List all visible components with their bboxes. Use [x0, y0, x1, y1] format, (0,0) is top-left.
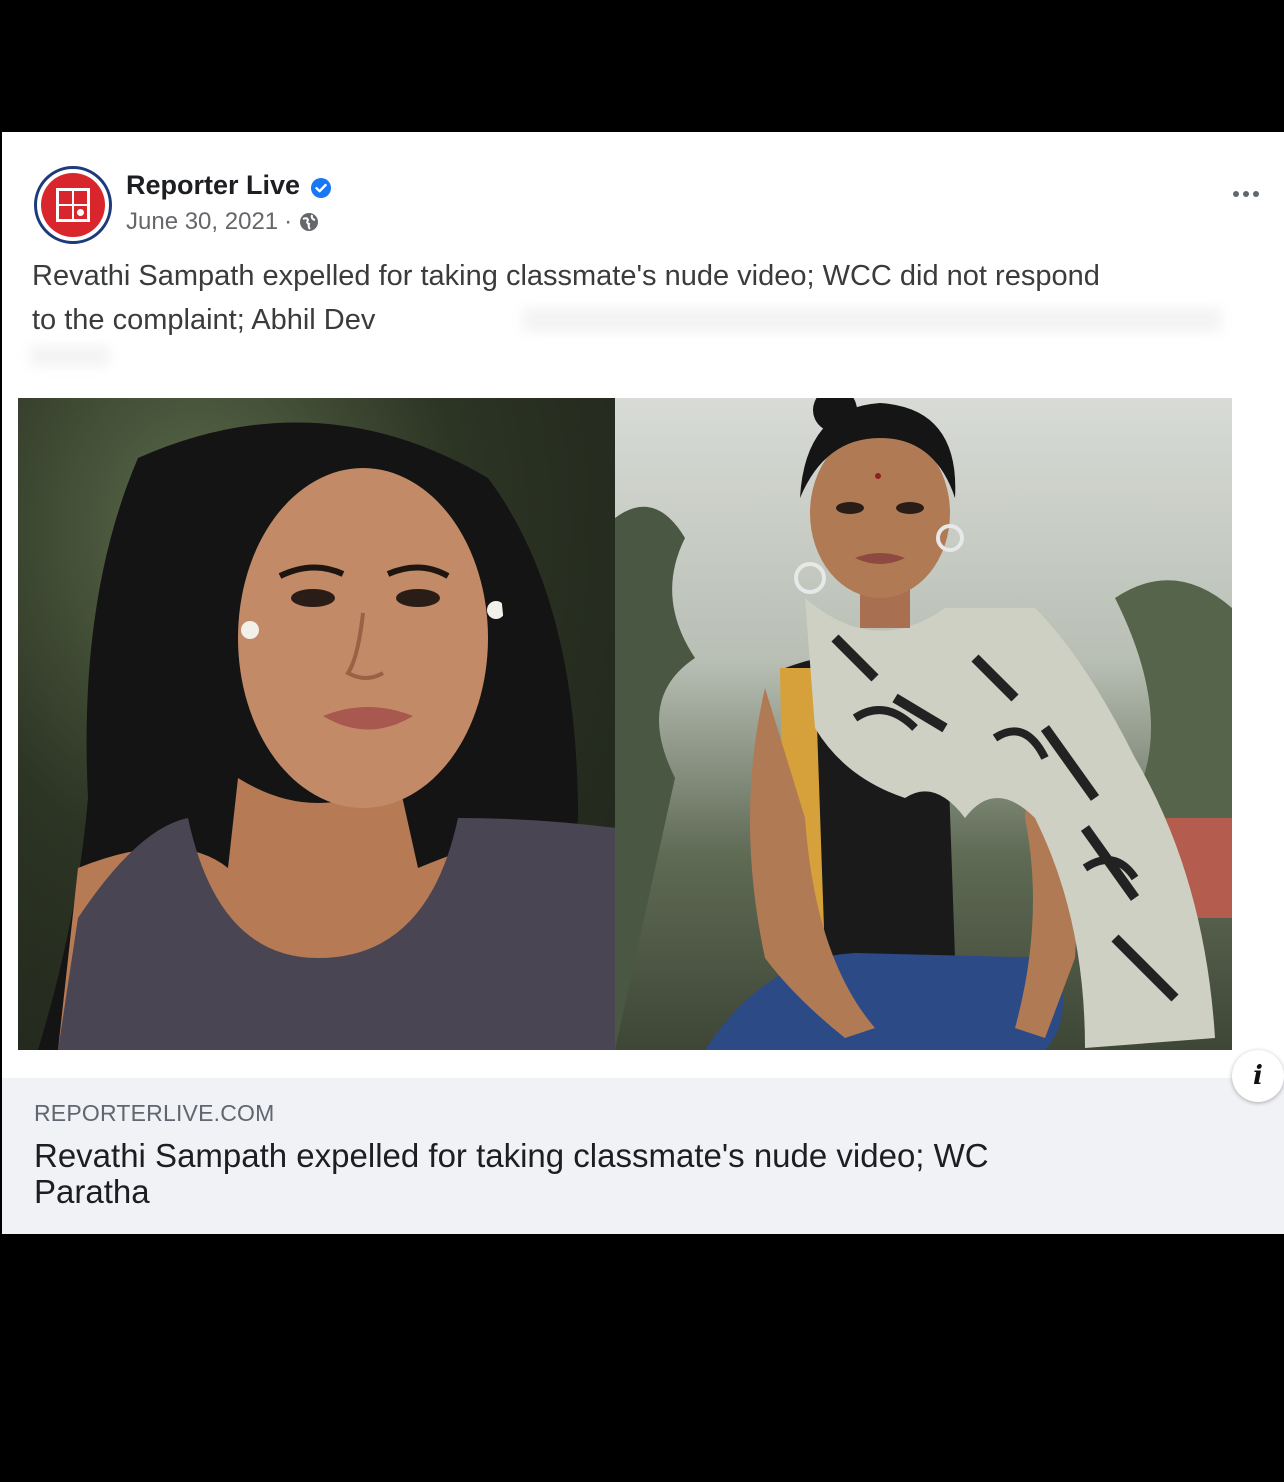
link-preview[interactable]: REPORTERLIVE.COM Revathi Sampath expelle… [2, 1078, 1284, 1234]
link-title[interactable]: Revathi Sampath expelled for taking clas… [34, 1138, 1034, 1210]
info-icon[interactable]: i [1232, 1050, 1284, 1102]
post-header: Reporter Live June 30, 2021 · [2, 132, 1284, 252]
avatar[interactable] [34, 166, 112, 244]
page-name[interactable]: Reporter Live [126, 170, 332, 201]
post-date[interactable]: June 30, 2021 [126, 208, 278, 236]
verified-badge-icon [310, 175, 332, 198]
blurred-text [30, 346, 110, 366]
post-meta: June 30, 2021 · [126, 208, 320, 236]
globe-icon[interactable] [298, 211, 320, 233]
link-domain: REPORTERLIVE.COM [34, 1100, 275, 1126]
ellipsis-icon [1243, 191, 1249, 197]
meta-separator: · [284, 208, 293, 235]
reporter-live-logo [41, 173, 105, 237]
portrait-photo-right [615, 398, 1232, 1050]
page-name-label[interactable]: Reporter Live [126, 170, 300, 201]
ellipsis-icon [1253, 191, 1259, 197]
more-options-button[interactable] [1226, 182, 1266, 206]
portrait-photo-left [18, 398, 615, 1050]
post-image[interactable] [18, 398, 1232, 1050]
blurred-text [522, 308, 1222, 332]
post-card: Reporter Live June 30, 2021 · Revathi Sa… [2, 132, 1284, 1234]
ellipsis-icon [1233, 191, 1239, 197]
